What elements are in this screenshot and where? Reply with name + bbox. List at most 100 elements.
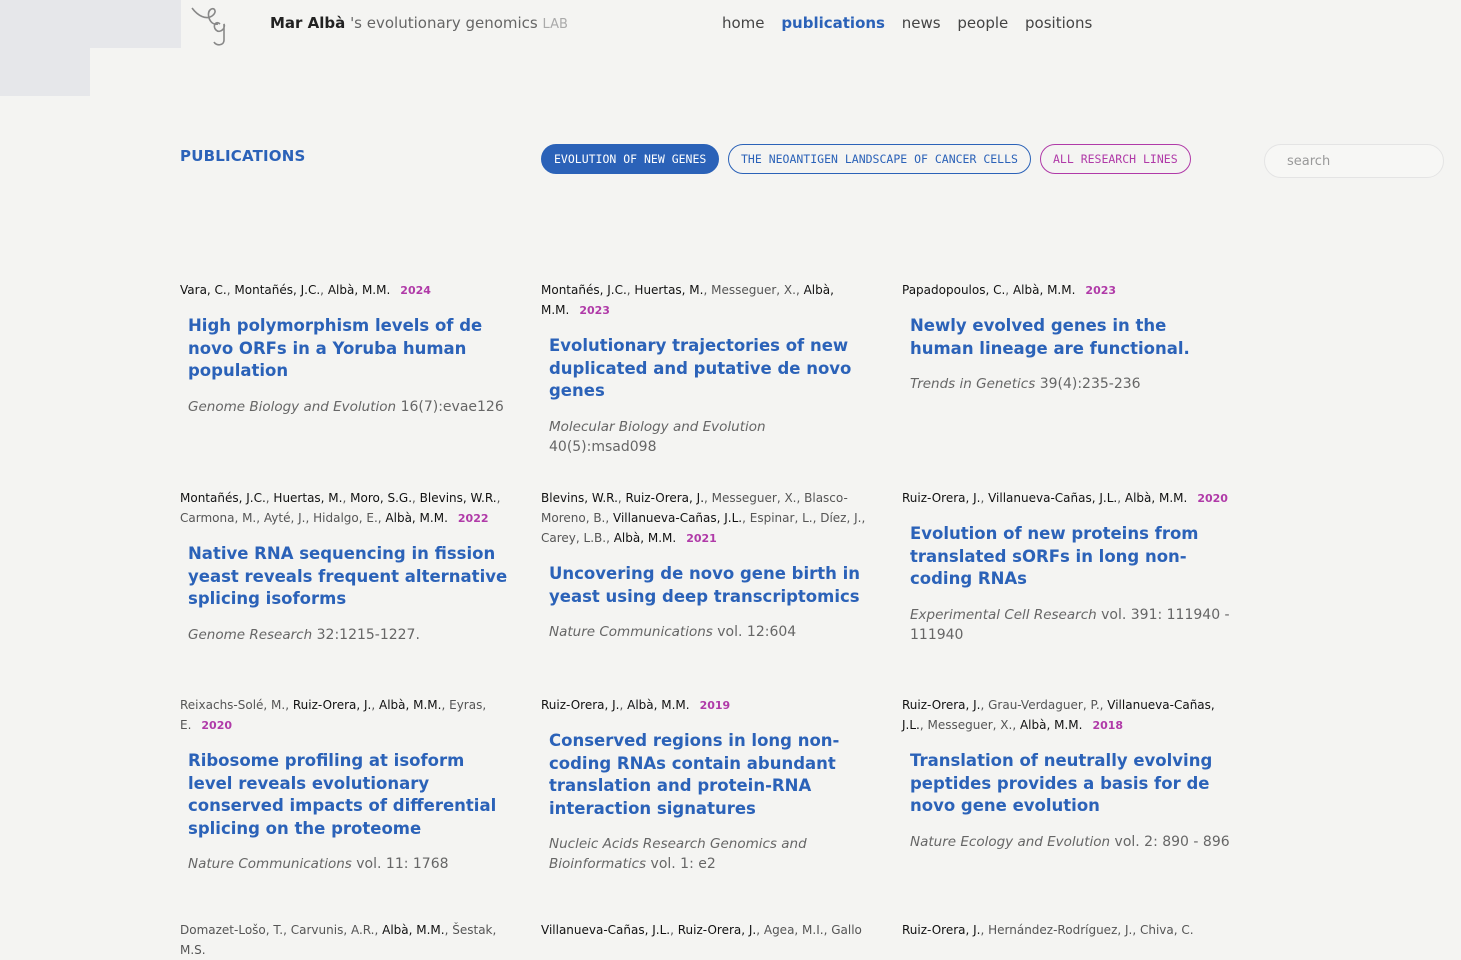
journal-name: Trends in Genetics	[910, 376, 1036, 392]
publication-title-link[interactable]: Uncovering de novo gene birth in yeast u…	[549, 563, 871, 608]
publication-item: Ruiz-Orera, J., Hernández-Rodríguez, J.,…	[902, 920, 1232, 940]
publication-item: Papadopoulos, C., Albà, M.M. 2023 Newly ev…	[902, 280, 1232, 394]
nav-publications[interactable]: publications	[781, 14, 885, 32]
publication-title-link[interactable]: High polymorphism levels of de novo ORFs…	[188, 315, 510, 383]
author-name: Ruiz-Orera, J.	[541, 698, 620, 712]
journal-name: Molecular Biology and Evolution	[549, 418, 766, 435]
author-name: Ruiz-Orera, J.	[902, 698, 981, 712]
publication-authors: Vara, C., Montañés, J.C., Albà, M.M. 2024	[180, 283, 431, 297]
publication-item: Vara, C., Montañés, J.C., Albà, M.M. 2024…	[180, 280, 510, 417]
author-name: Albà, M.M.	[378, 698, 442, 712]
publication-year: 2024	[400, 284, 431, 297]
author-name: Albà, M.M.	[627, 698, 690, 712]
publication-item: Domazet-Lošo, T., Carvunis, A.R., Albà, …	[180, 920, 510, 960]
publication-item: Montañés, J.C., Huertas, M., Messeguer, …	[541, 280, 871, 457]
author-name: Messeguer, X.	[711, 283, 796, 297]
publication-item: Villanueva-Cañas, J.L., Ruiz-Orera, J., …	[541, 920, 871, 940]
publication-item: Reixachs-Solé, M., Ruiz-Orera, J., Albà,…	[180, 695, 510, 874]
publication-authors: Ruiz-Orera, J., Albà, M.M. 2019	[541, 698, 731, 712]
author-name: Montañés, J.C.	[234, 283, 321, 297]
author-name: Montañés, J.C.	[180, 491, 266, 505]
journal-reference: vol. 12:604	[717, 624, 797, 640]
journal-name: Nature Ecology and Evolution	[910, 833, 1111, 850]
brand-subtitle: 's evolutionary genomics	[350, 14, 538, 32]
author-name: Carvunis, A.R.	[290, 923, 375, 937]
journal-reference: 39(4):235-236	[1039, 376, 1141, 392]
author-name: Albà, M.M.	[1019, 718, 1083, 732]
author-name: Domazet-Lošo, T.	[180, 923, 284, 937]
author-name: Moro, S.G.	[350, 491, 413, 505]
author-name: Chiva, C.	[1139, 923, 1194, 937]
journal-name: Nature Communications	[549, 624, 713, 640]
publication-year: 2020	[201, 719, 233, 732]
publication-year: 2023	[1085, 284, 1117, 297]
publication-authors: Montañés, J.C., Huertas, M., Moro, S.G.,…	[180, 491, 501, 525]
author-name: Albà, M.M.	[613, 531, 677, 545]
publication-authors: Villanueva-Cañas, J.L., Ruiz-Orera, J., …	[541, 923, 862, 937]
publication-journal: Nucleic Acids Research Genomics and Bioi…	[549, 834, 871, 874]
nav-home[interactable]: home	[722, 14, 765, 32]
author-name: Vara, C.	[180, 283, 227, 297]
author-name: Ayté, J.	[263, 511, 306, 525]
publication-title-link[interactable]: Evolution of new proteins from translate…	[910, 523, 1232, 591]
author-name: Blevins, W.R.	[541, 491, 618, 505]
publication-item: Montañés, J.C., Huertas, M., Moro, S.G.,…	[180, 488, 510, 645]
publication-journal: Experimental Cell Research vol. 391: 111…	[910, 605, 1232, 645]
publication-authors: Reixachs-Solé, M., Ruiz-Orera, J., Albà,…	[180, 698, 487, 732]
publication-title-link[interactable]: Translation of neutrally evolving peptid…	[910, 750, 1232, 818]
nav-news[interactable]: news	[902, 14, 941, 32]
author-name: Carey, L.B.	[541, 531, 607, 545]
publication-journal: Nature Communications vol. 11: 1768	[188, 854, 510, 874]
author-name: Albà, M.M.	[385, 511, 448, 525]
author-name: Villanueva-Cañas, J.L.	[613, 511, 743, 525]
pi-name: Mar Albà	[270, 14, 346, 32]
author-name: Villanueva-Cañas, J.L.	[541, 923, 671, 937]
journal-name: Genome Biology and Evolution	[188, 398, 397, 415]
author-name: Ruiz-Orera, J.	[625, 491, 705, 505]
publication-authors: Ruiz-Orera, J., Hernández-Rodríguez, J.,…	[902, 923, 1194, 937]
publication-journal: Nature Ecology and Evolution vol. 2: 890…	[910, 832, 1232, 852]
author-name: Huertas, M.	[634, 283, 704, 297]
publication-journal: Genome Research 32:1215-1227.	[188, 625, 510, 645]
publication-title-link[interactable]: Conserved regions in long non-coding RNA…	[549, 730, 871, 820]
author-name: Albà, M.M.	[327, 283, 391, 297]
lab-logo-icon[interactable]	[188, 2, 238, 48]
author-name: Albà, M.M.	[1124, 491, 1188, 505]
publication-title-link[interactable]: Ribosome profiling at isoform level reve…	[188, 750, 510, 840]
author-name: Grau-Verdaguer, P.	[988, 698, 1100, 712]
header-decoration-top	[0, 0, 181, 48]
main-nav: home publications news people positions	[722, 14, 1104, 32]
author-name: Villanueva-Cañas, J.L.	[988, 491, 1118, 505]
publication-authors: Blevins, W.R., Ruiz-Orera, J., Messeguer…	[541, 491, 866, 545]
author-name: Albà, M.M.	[382, 923, 445, 937]
author-name: Montañés, J.C.	[541, 283, 627, 297]
author-name: Blevins, W.R.	[419, 491, 497, 505]
publication-title-link[interactable]: Native RNA sequencing in fission yeast r…	[188, 543, 510, 611]
author-name: Messeguer, X.	[927, 718, 1013, 732]
site-brand[interactable]: Mar Albà 's evolutionary genomics LAB	[270, 14, 568, 32]
author-name: Ruiz-Orera, J.	[677, 923, 757, 937]
page-title: PUBLICATIONS	[180, 147, 306, 165]
journal-name: Experimental Cell Research	[910, 606, 1097, 623]
filter-neoantigen-landscape[interactable]: THE NEOANTIGEN LANDSCAPE OF CANCER CELLS	[728, 144, 1031, 174]
publication-journal: Trends in Genetics 39(4):235-236	[910, 374, 1232, 394]
author-name: Ruiz-Orera, J.	[902, 923, 981, 937]
publication-authors: Ruiz-Orera, J., Villanueva-Cañas, J.L., …	[902, 491, 1228, 505]
search-input[interactable]	[1264, 144, 1444, 178]
publication-item: Ruiz-Orera, J., Albà, M.M. 2019 Conserved …	[541, 695, 871, 874]
author-name: Hidalgo, E.	[313, 511, 378, 525]
filter-evolution-new-genes[interactable]: EVOLUTION OF NEW GENES	[541, 144, 720, 174]
nav-people[interactable]: people	[957, 14, 1008, 32]
nav-positions[interactable]: positions	[1025, 14, 1092, 32]
publication-year: 2022	[457, 512, 489, 525]
filter-all-research-lines[interactable]: ALL RESEARCH LINES	[1040, 144, 1191, 174]
publication-item: Ruiz-Orera, J., Villanueva-Cañas, J.L., …	[902, 488, 1232, 645]
journal-reference: 32:1215-1227.	[316, 626, 420, 643]
journal-name: Nature Communications	[188, 856, 352, 872]
publication-title-link[interactable]: Evolutionary trajectories of new duplica…	[549, 335, 871, 403]
publication-authors: Domazet-Lošo, T., Carvunis, A.R., Albà, …	[180, 923, 497, 957]
publication-journal: Nature Communications vol. 12:604	[549, 622, 871, 642]
publication-title-link[interactable]: Newly evolved genes in the human lineage…	[910, 315, 1232, 360]
publication-year: 2019	[699, 699, 731, 712]
publication-journal: Molecular Biology and Evolution 40(5):ms…	[549, 417, 871, 457]
